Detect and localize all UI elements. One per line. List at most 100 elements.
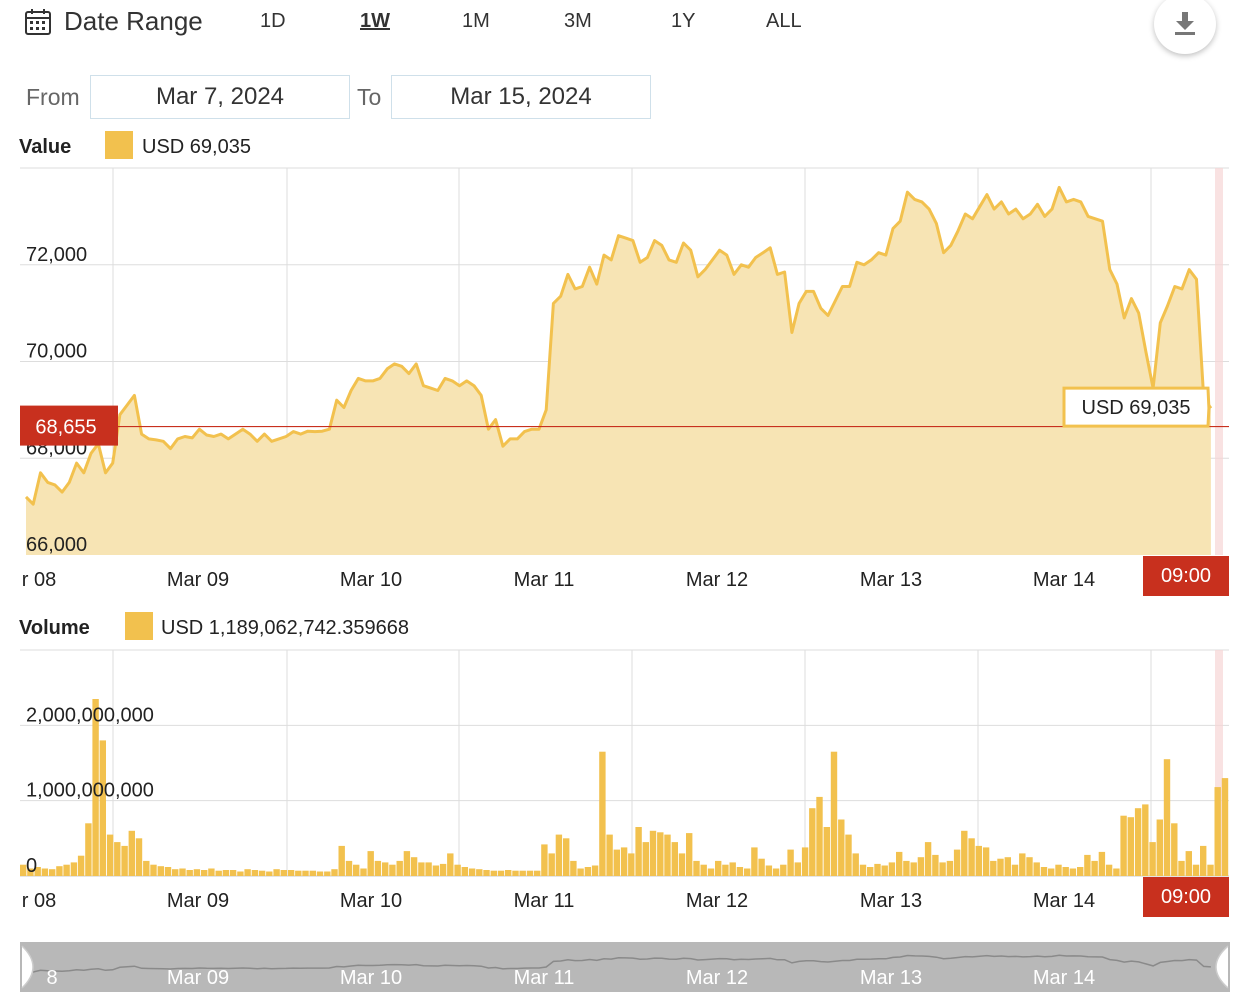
volume-bar [280, 870, 287, 876]
navigator[interactable]: 8 Mar 09 Mar 10 Mar 11 Mar 12 Mar 13 Mar 14 [20, 942, 1230, 992]
volume-bar [1192, 864, 1200, 876]
volume-bar [881, 865, 888, 876]
volume-bar [924, 842, 932, 876]
volume-bar [888, 862, 896, 876]
value-tooltip: USD 69,035 [1062, 386, 1211, 428]
volume-bar [1069, 868, 1077, 876]
volume-bar [1040, 867, 1048, 876]
volume-bar [896, 851, 903, 876]
volume-x-tick-label: Mar 10 [340, 890, 402, 912]
volume-bar [1207, 864, 1214, 876]
volume-bar [403, 851, 411, 876]
volume-bar [309, 870, 316, 876]
volume-bar [801, 847, 809, 876]
navigator-label: Mar 11 [514, 967, 575, 989]
volume-bar [736, 867, 744, 876]
volume-bar [143, 860, 150, 876]
volume-bar [1149, 842, 1156, 876]
volume-bar [707, 868, 715, 876]
volume-panel-label: Volume [19, 617, 90, 639]
volume-bar [765, 865, 773, 876]
volume-bar [85, 823, 92, 876]
volume-bar [982, 847, 990, 876]
price-volume-chart: Value USD 69,035 72,00070,00068,00066,00… [19, 131, 1230, 992]
volume-bar [425, 862, 432, 876]
volume-bar [1011, 864, 1019, 876]
volume-bar [114, 842, 121, 876]
volume-bar [215, 870, 222, 876]
volume-bar [678, 853, 686, 876]
value-series[interactable] [24, 185, 1213, 555]
volume-bar [418, 862, 425, 876]
volume-bar [794, 862, 801, 876]
volume-bar [1098, 851, 1106, 876]
volume-bar [1004, 857, 1011, 876]
volume-bar [389, 864, 396, 876]
volume-bar [693, 860, 700, 876]
volume-bar [353, 864, 360, 876]
volume-bar [628, 853, 635, 876]
volume-bar [454, 864, 461, 876]
value-x-tick-label: Mar 09 [167, 569, 229, 591]
volume-bar [316, 871, 324, 876]
volume-bar [657, 832, 664, 876]
volume-x-axis: r 08 Mar 09 Mar 10 Mar 11 Mar 12 Mar 13 Mar 14 [22, 890, 1095, 912]
volume-bar [715, 860, 722, 876]
volume-bar [1062, 867, 1069, 876]
volume-bar [150, 864, 157, 876]
volume-bar [273, 869, 280, 876]
volume-bar [997, 858, 1004, 876]
reference-value-label: 68,655 [35, 417, 96, 439]
volume-bar [874, 863, 881, 876]
volume-bar [1200, 845, 1207, 876]
volume-bar [990, 860, 997, 876]
volume-bar [570, 860, 577, 876]
value-y-tick-label: 66,000 [26, 534, 87, 556]
volume-bar [345, 860, 353, 876]
volume-bar [186, 870, 193, 876]
volume-bar [830, 751, 838, 876]
volume-bar [823, 827, 830, 876]
value-x-tick-label: Mar 12 [686, 569, 748, 591]
volume-y-tick-label: 2,000,000,000 [26, 704, 154, 726]
volume-bar [519, 870, 526, 876]
value-y-tick-label: 70,000 [26, 341, 87, 363]
volume-bar [512, 870, 519, 876]
volume-bar [722, 864, 729, 876]
volume-bar [338, 845, 345, 876]
volume-bar [432, 865, 440, 876]
volume-bar [121, 845, 128, 876]
volume-bar [642, 842, 649, 876]
volume-bar [367, 851, 374, 876]
volume-time-badge-text: 09:00 [1161, 886, 1211, 908]
volume-bar [563, 838, 570, 876]
volume-bar [1077, 867, 1084, 876]
volume-bar [244, 869, 251, 876]
volume-bar [99, 740, 106, 876]
volume-bar [946, 860, 954, 876]
volume-bar [222, 870, 230, 876]
volume-bar [476, 869, 483, 876]
volume-bar [56, 866, 63, 876]
volume-bar [179, 868, 186, 876]
volume-bar [845, 834, 852, 876]
volume-bar [302, 870, 309, 876]
volume-bar [975, 845, 982, 876]
volume-x-tick-label: Mar 12 [686, 890, 748, 912]
volume-bar [852, 853, 859, 876]
value-panel-label: Value [19, 136, 71, 158]
value-y-tick-label: 72,000 [26, 244, 87, 266]
volume-bar [751, 847, 758, 876]
volume-bar [251, 870, 259, 876]
volume-bar [1091, 860, 1098, 876]
volume-bar [1113, 868, 1120, 876]
volume-grid [20, 649, 1229, 877]
volume-bar [1048, 868, 1055, 876]
current-hour-band [1215, 168, 1223, 555]
volume-bar [910, 862, 917, 876]
volume-bar [838, 819, 845, 876]
volume-bar [331, 869, 338, 876]
volume-bar [939, 862, 946, 876]
volume-bar [968, 838, 975, 876]
volume-bar [1055, 864, 1062, 876]
